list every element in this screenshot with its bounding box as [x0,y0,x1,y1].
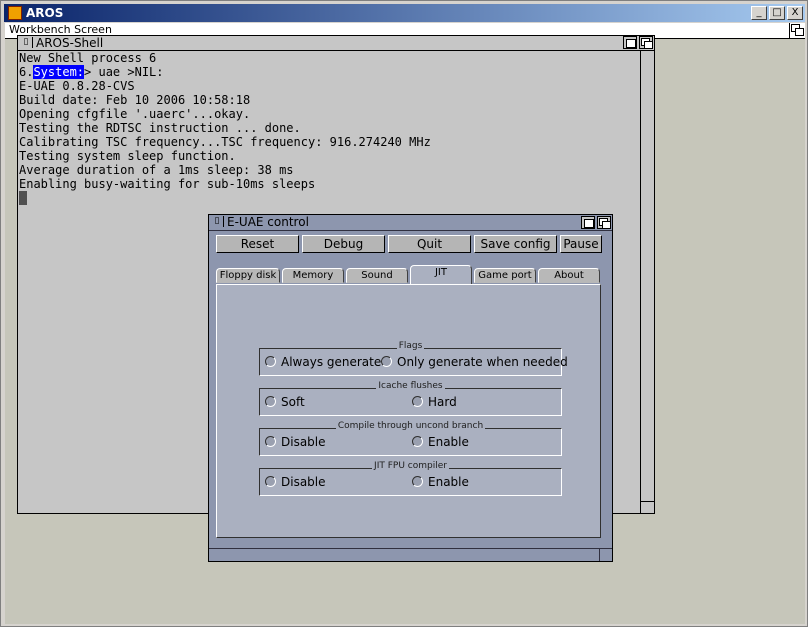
jit-fpu-compiler-label: JIT FPU compiler [372,461,449,471]
save-config-button[interactable]: Save config [474,235,557,253]
pause-button[interactable]: Pause [560,235,602,253]
tab-about[interactable]: About [538,268,600,283]
radio-hard[interactable]: Hard [412,395,457,409]
radio-branch-disable[interactable]: Disable [265,435,326,449]
radio-icon [265,436,276,447]
terminal-prompt-line: 6.System:> uae >NIL: [19,65,641,79]
terminal-line: Opening cfgfile '.uaerc'...okay. [19,107,251,121]
radio-soft[interactable]: Soft [265,395,305,409]
control-size-gadget[interactable] [599,549,612,561]
maximize-button[interactable]: □ [769,6,785,20]
radio-icon [265,396,276,407]
host-titlebar[interactable]: AROS _ □ X [4,4,805,22]
terminal-line: New Shell process 6 [19,51,157,65]
jit-panel: Flags Always generate Only generate when… [216,284,601,538]
tab-game-port[interactable]: Game port [474,268,536,283]
compile-uncond-branch-label: Compile through uncond branch [335,421,486,431]
flags-label: Flags [396,341,425,351]
radio-only-generate-when-needed[interactable]: Only generate when needed [381,355,568,369]
app-icon [8,6,22,20]
quit-button[interactable]: Quit [388,235,471,253]
terminal-line: Build date: Feb 10 2006 10:58:18 [19,93,251,107]
jit-fpu-compiler-group: JIT FPU compiler Disable Enable [259,461,562,496]
host-window: AROS _ □ X Workbench Screen ▯ AROS-Shell… [0,0,808,627]
control-depth-gadget[interactable] [597,216,611,229]
euae-control-window: ▯ E-UAE control Reset Debug Quit Save co… [208,214,613,562]
shell-close-gadget[interactable]: ▯ [20,37,33,48]
control-close-gadget[interactable]: ▯ [211,216,224,227]
radio-icon [412,396,423,407]
terminal-line: Calibrating TSC frequency...TSC frequenc… [19,135,431,149]
reset-button[interactable]: Reset [216,235,299,253]
radio-fpu-disable[interactable]: Disable [265,475,326,489]
depth-icon [791,24,805,37]
icache-flushes-label: Icache flushes [376,381,445,391]
prompt-command: > uae >NIL: [84,65,164,79]
radio-branch-enable[interactable]: Enable [412,435,469,449]
terminal-cursor-line [19,191,641,205]
radio-icon [412,476,423,487]
radio-icon [381,356,392,367]
icache-flushes-group: Icache flushes Soft Hard [259,381,562,416]
compile-uncond-branch-group: Compile through uncond branch Disable En… [259,421,562,456]
radio-icon [265,356,276,367]
shell-size-gadget[interactable] [640,501,654,513]
terminal-line: E-UAE 0.8.28-CVS [19,79,135,93]
terminal-line: Average duration of a 1ms sleep: 38 ms [19,163,294,177]
terminal-line: Testing the RDTSC instruction ... done. [19,121,301,135]
shell-zoom-gadget[interactable] [623,36,637,49]
debug-button[interactable]: Debug [302,235,385,253]
tab-memory[interactable]: Memory [282,268,344,283]
control-bottom-border [209,548,612,561]
radio-icon [265,476,276,487]
terminal-cursor [19,191,27,205]
host-title: AROS [26,6,64,20]
prompt-number: 6. [19,65,34,79]
tab-floppy-disk[interactable]: Floppy disk [216,268,280,283]
flags-group: Flags Always generate Only generate when… [259,341,568,376]
minimize-button[interactable]: _ [751,6,767,20]
control-titlebar[interactable]: ▯ E-UAE control [209,215,612,231]
screen-depth-gadget[interactable] [789,23,805,38]
prompt-selection: System: [33,65,85,79]
shell-title: AROS-Shell [36,36,104,50]
shell-depth-gadget[interactable] [639,36,653,49]
radio-fpu-enable[interactable]: Enable [412,475,469,489]
radio-icon [412,436,423,447]
terminal-line: Enabling busy-waiting for sub-10ms sleep… [19,177,316,191]
close-button[interactable]: X [787,6,803,20]
workbench-screen: Workbench Screen ▯ AROS-Shell New Shell … [5,23,805,624]
radio-always-generate[interactable]: Always generate [265,355,381,369]
control-title: E-UAE control [227,215,309,229]
tab-jit-active[interactable]: JIT [410,265,472,285]
shell-scrollbar[interactable] [640,51,654,502]
terminal-line: Testing system sleep function. [19,149,236,163]
shell-titlebar[interactable]: ▯ AROS-Shell [18,36,654,51]
tab-sound[interactable]: Sound [346,268,408,283]
control-zoom-gadget[interactable] [581,216,595,229]
